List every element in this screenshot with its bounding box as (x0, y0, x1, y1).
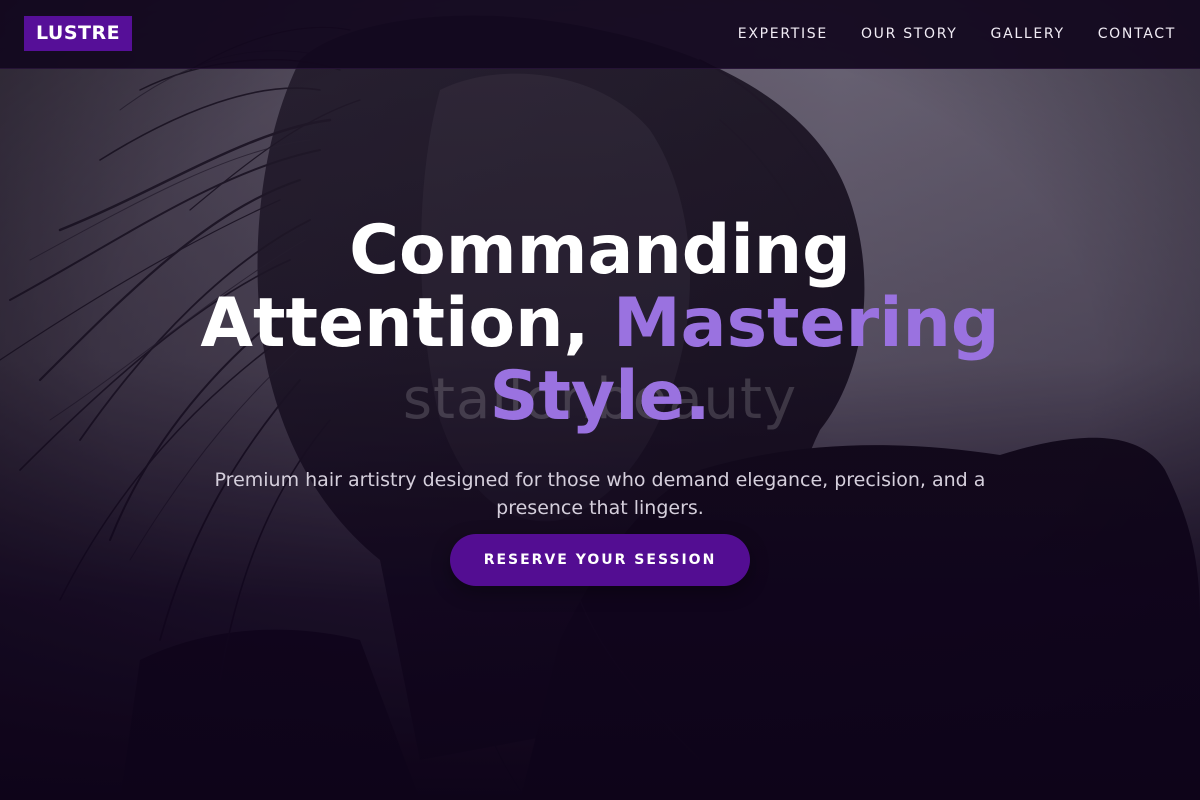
nav-link-contact[interactable]: CONTACT (1098, 26, 1176, 42)
hero-headline: Commanding Attention, Mastering Style. (150, 214, 1050, 433)
nav-link-gallery[interactable]: GALLERY (991, 26, 1065, 42)
reserve-session-button[interactable]: RESERVE YOUR SESSION (450, 534, 750, 586)
main-nav: EXPERTISE OUR STORY GALLERY CONTACT (738, 0, 1176, 68)
brand-logo[interactable]: LUSTRE (24, 16, 133, 51)
nav-link-our-story[interactable]: OUR STORY (861, 26, 958, 42)
nav-link-expertise[interactable]: EXPERTISE (738, 26, 828, 42)
hero-subtitle: Premium hair artistry designed for those… (214, 469, 986, 519)
top-navbar: LUSTRE EXPERTISE OUR STORY GALLERY CONTA… (0, 0, 1200, 69)
hero-section: LUSTRE EXPERTISE OUR STORY GALLERY CONTA… (0, 0, 1200, 800)
